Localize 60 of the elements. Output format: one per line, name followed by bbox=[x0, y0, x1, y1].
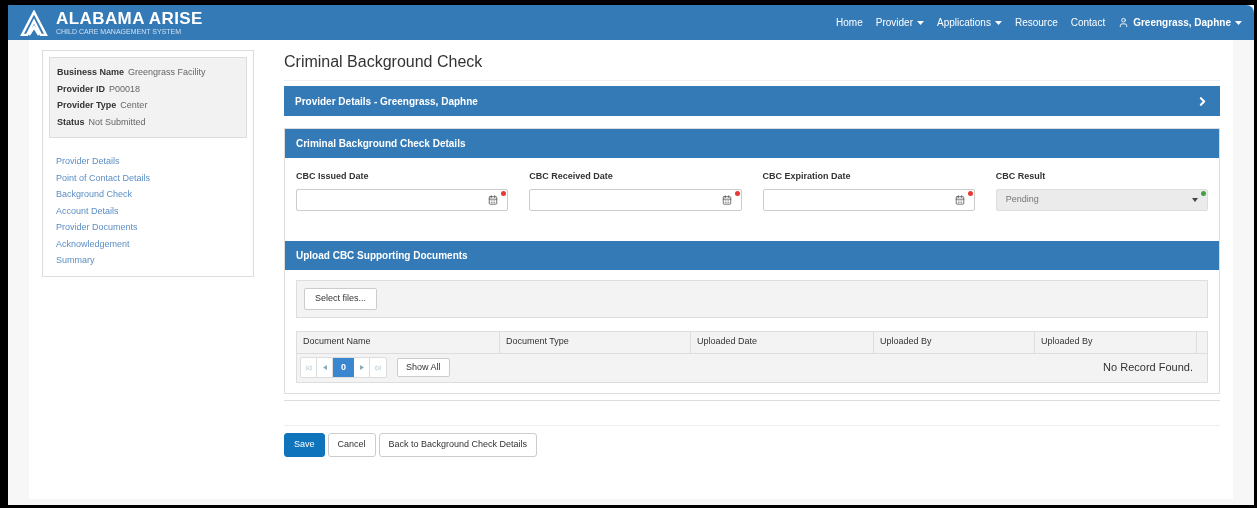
action-button[interactable]: Back to Background Check Details bbox=[378, 432, 538, 457]
sidebar-link[interactable]: Summary bbox=[56, 254, 95, 268]
page-button[interactable]: 0 bbox=[333, 358, 354, 377]
date-field[interactable] bbox=[529, 188, 742, 211]
calendar-icon bbox=[721, 194, 732, 205]
summary-value: Center bbox=[120, 99, 148, 112]
last-page-icon bbox=[375, 364, 381, 371]
provider-panel[interactable]: Provider Details - Greengrass, Daphne bbox=[284, 86, 1220, 116]
panel-header: Upload CBC Supporting Documents bbox=[285, 240, 1219, 270]
user-icon bbox=[1118, 17, 1130, 28]
user-menu[interactable]: Greengrass, Daphne bbox=[1118, 15, 1242, 30]
page-title: Criminal Background Check bbox=[284, 50, 1220, 81]
field-label: CBC Received Date bbox=[529, 170, 614, 183]
sidebar-link[interactable]: Provider Documents bbox=[56, 221, 138, 235]
nav-link[interactable]: Resource bbox=[1014, 15, 1058, 30]
caret-icon bbox=[994, 20, 1002, 25]
column-header: Uploaded Date bbox=[691, 331, 874, 353]
calendar-icon bbox=[488, 194, 499, 205]
caret-icon bbox=[1235, 20, 1242, 25]
action-button[interactable]: Save bbox=[284, 432, 325, 457]
summary-label: Status bbox=[57, 115, 85, 129]
column-header: Uploaded By bbox=[874, 331, 1035, 353]
field-label: CBC Expiration Date bbox=[762, 170, 852, 183]
logo-icon bbox=[20, 9, 48, 36]
sidebar-link[interactable]: Point of Contact Details bbox=[56, 171, 151, 185]
nav-link[interactable]: Applications bbox=[937, 15, 1002, 30]
logo-title: ALABAMA ARISE bbox=[56, 10, 203, 27]
summary-value: Greengrass Facility bbox=[128, 66, 206, 79]
date-field[interactable] bbox=[296, 188, 509, 211]
column-header: Document Type bbox=[500, 331, 691, 353]
calendar-icon bbox=[954, 194, 965, 205]
caret-icon bbox=[1192, 197, 1198, 202]
sidebar-link[interactable]: Provider Details bbox=[56, 155, 120, 169]
nav-link[interactable]: Provider bbox=[875, 15, 924, 30]
panel-title: Provider Details - Greengrass, Daphne bbox=[295, 94, 478, 109]
sidebar-link[interactable]: Acknowledgement bbox=[56, 237, 130, 251]
summary-label: Provider ID bbox=[57, 82, 105, 96]
panel-header: Criminal Background Check Details bbox=[285, 129, 1219, 158]
column-header: Uploaded By bbox=[1035, 331, 1197, 353]
empty-message: No Record Found. bbox=[1103, 360, 1193, 376]
left-triangle-icon bbox=[322, 365, 327, 370]
show-all-button[interactable]: Show All bbox=[397, 358, 450, 377]
first-page-icon bbox=[305, 364, 312, 371]
date-field[interactable] bbox=[762, 188, 975, 211]
action-button[interactable]: Cancel bbox=[327, 432, 376, 457]
field-label: CBC Result bbox=[995, 170, 1047, 183]
field-label: CBC Issued Date bbox=[296, 170, 370, 183]
right-triangle-icon bbox=[359, 365, 364, 370]
summary-label: Business Name bbox=[57, 66, 125, 79]
summary-value: Not Submitted bbox=[88, 115, 146, 129]
nav-link[interactable]: Home bbox=[836, 15, 863, 30]
caret-icon bbox=[917, 20, 924, 25]
summary-value: P00018 bbox=[109, 82, 141, 96]
sidebar-link[interactable]: Background Check bbox=[56, 188, 133, 202]
select-files-button[interactable]: Select files... bbox=[304, 287, 378, 310]
summary-label: Provider Type bbox=[57, 99, 117, 112]
nav-link[interactable]: Contact bbox=[1070, 15, 1106, 30]
field-value: Pending bbox=[1005, 192, 1039, 206]
column-header: Document Name bbox=[297, 331, 500, 353]
sidebar-link[interactable]: Account Details bbox=[56, 204, 119, 218]
